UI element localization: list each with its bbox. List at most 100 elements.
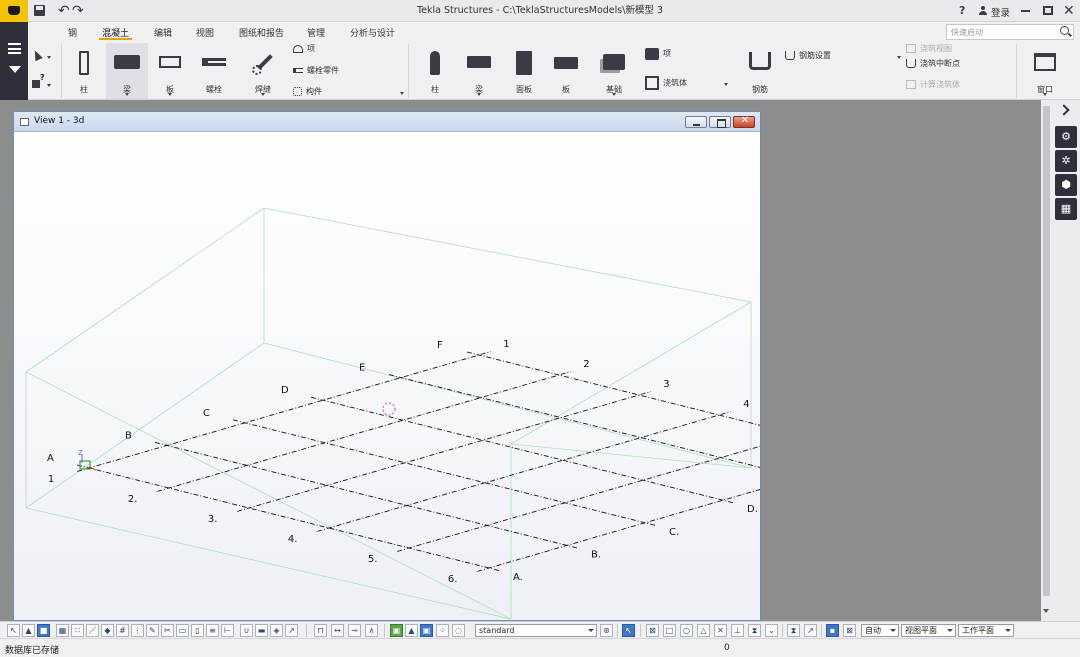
view-close-button[interactable] [733,115,756,128]
snap-line-button[interactable]: ∧ [365,624,378,637]
chevron-down-icon[interactable] [612,93,616,96]
help-icon[interactable]: ? [959,4,965,17]
concrete-column-button[interactable]: 柱 [416,43,454,99]
pour-object-button[interactable]: 浇筑体 [645,76,687,90]
grid-drawing[interactable]: 112.23.34.45.56.6AA.BB.CC.DD.EE.FF.Z [14,133,760,620]
chevron-down-icon[interactable] [477,93,481,96]
select-parts-button[interactable]: ▲ [22,624,35,637]
chevron-down-icon[interactable] [125,93,129,96]
chevron-down-icon[interactable] [897,56,901,59]
search-icon[interactable] [1060,26,1069,35]
chevron-down-icon[interactable] [1043,93,1047,96]
snap-intersections-button[interactable]: ✕ [714,624,727,637]
select-views-button[interactable]: ▭ [176,624,189,637]
select-component-button[interactable]: ▣ [390,624,403,637]
select-cuts-button[interactable]: ✂ [161,624,174,637]
properties-button[interactable]: ⚙ [1055,126,1077,148]
select-rebars-button[interactable]: ≡ [206,624,219,637]
tab-edit[interactable]: 编辑 [154,26,172,39]
concrete-slab-button[interactable]: 板 [546,43,586,99]
snap-ref-lines-button[interactable]: ⊓ [314,624,327,637]
snap-perpendicular-button[interactable]: ⊥ [731,624,744,637]
select-lines-button[interactable]: ／ [86,624,99,637]
chevron-down-icon[interactable] [47,84,51,87]
tab-view[interactable]: 视图 [196,26,214,39]
pour-view-button[interactable]: 浇筑视图 [906,42,952,56]
chevron-down-icon[interactable] [168,93,172,96]
snap-centers-button[interactable]: ○ [680,624,693,637]
select-grid-button[interactable]: # [116,624,129,637]
snap-geometry-button[interactable]: ↔ [331,624,344,637]
smart-select-button[interactable]: ↖ [622,624,635,637]
snap-extension-button[interactable]: ⧗ [748,624,761,637]
chevron-down-icon[interactable] [261,93,265,96]
snap-endpoints-button[interactable]: □ [663,624,676,637]
weld-button[interactable]: 焊缝 [242,43,284,99]
select-arrow-icon[interactable] [31,48,43,62]
select-reference-button[interactable]: ∪ [240,624,253,637]
select-object-in-assembly-button[interactable]: ⁘ [436,624,449,637]
maximize-button[interactable] [1043,6,1053,15]
select-surface-button[interactable]: ■ [37,624,50,637]
tab-analysis-design[interactable]: 分析与设计 [350,26,395,39]
concrete-panel-button[interactable]: 面板 [504,43,544,99]
quick-launch-input[interactable] [946,24,1074,40]
select-welds-button[interactable]: ▦ [56,624,69,637]
chevron-down-icon[interactable] [400,92,404,95]
snap-icon[interactable] [32,80,40,88]
menu-dropdown-icon[interactable] [9,66,21,73]
chevron-right-icon[interactable] [1058,104,1070,116]
select-objects-button[interactable]: ◆ [101,624,114,637]
apps-button[interactable]: ▦ [1055,198,1077,220]
snap-nearest-button[interactable]: ⊸ [348,624,361,637]
filter-options-button[interactable]: ⊛ [600,624,613,637]
select-planes-button[interactable]: ▯ [191,624,204,637]
catalog-button[interactable]: ⬢ [1055,174,1077,196]
bolt-button[interactable]: 螺栓 [194,43,234,99]
rebar-button[interactable]: 钢筋 [740,43,780,99]
select-points-button[interactable]: ∷ [71,624,84,637]
select-object-in-component-button[interactable]: ▲ [405,624,418,637]
steel-column-button[interactable]: 柱 [66,43,102,99]
select-auto[interactable]: 自动 [861,624,899,637]
tekla-logo[interactable] [0,0,28,22]
settings-button[interactable]: ✲ [1055,150,1077,172]
steel-beam-button[interactable]: 梁 [106,43,148,99]
snap-plane-button[interactable]: ▪ [826,624,839,637]
chevron-down-icon[interactable] [724,83,728,86]
snap-midpoints-button[interactable]: △ [697,624,710,637]
footing-button[interactable]: 基础 [592,43,636,99]
select-bolts-button[interactable]: ✎ [146,624,159,637]
scrollbar-thumb[interactable] [1043,106,1050,596]
snap-depth-button[interactable]: ⊠ [843,624,856,637]
pour-break-button[interactable]: 浇筑中断点 [906,57,960,71]
view-maximize-button[interactable] [709,116,731,128]
tab-drawings-reports[interactable]: 图纸和报告 [239,26,284,39]
select-gridline-button[interactable]: ⋮ [131,624,144,637]
bolt-assembly-button[interactable]: 螺栓零件 [293,64,339,78]
vertical-scrollbar[interactable] [1041,100,1052,621]
steel-plate-button[interactable]: 板 [150,43,190,99]
select-bolt-groups-button[interactable]: ⊢ [221,624,234,637]
select-assembly-button[interactable]: ▣ [420,624,433,637]
select-tasks-button[interactable]: ◌ [452,624,465,637]
snap-any-position-button[interactable]: ↗ [804,624,817,637]
component-button[interactable]: 构件 [293,85,322,99]
steel-item-button[interactable]: 项 [293,42,315,56]
view-title-bar[interactable]: View 1 - 3d [14,112,760,132]
snap-override-button[interactable]: ⧗ [787,624,800,637]
login-link[interactable]: 登录 [991,5,1010,19]
select-work-plane[interactable]: 工作平面 [958,624,1014,637]
tab-concrete[interactable]: 混凝土 [98,26,133,40]
select-pours-button[interactable]: ▬ [255,624,268,637]
tab-manage[interactable]: 管理 [307,26,325,39]
chevron-down-icon[interactable] [47,56,51,59]
select-all-button[interactable]: ↖ [7,624,20,637]
concrete-beam-button[interactable]: 梁 [458,43,500,99]
redo-icon[interactable]: ↷ [72,2,84,20]
select-view-plane[interactable]: 视图平面 [901,624,956,637]
hamburger-menu-icon[interactable] [8,43,21,54]
close-button[interactable]: ✕ [1063,2,1075,20]
view-filter-select[interactable]: standard [475,624,597,637]
rebar-settings-button[interactable]: 钢筋设置 [785,49,831,63]
